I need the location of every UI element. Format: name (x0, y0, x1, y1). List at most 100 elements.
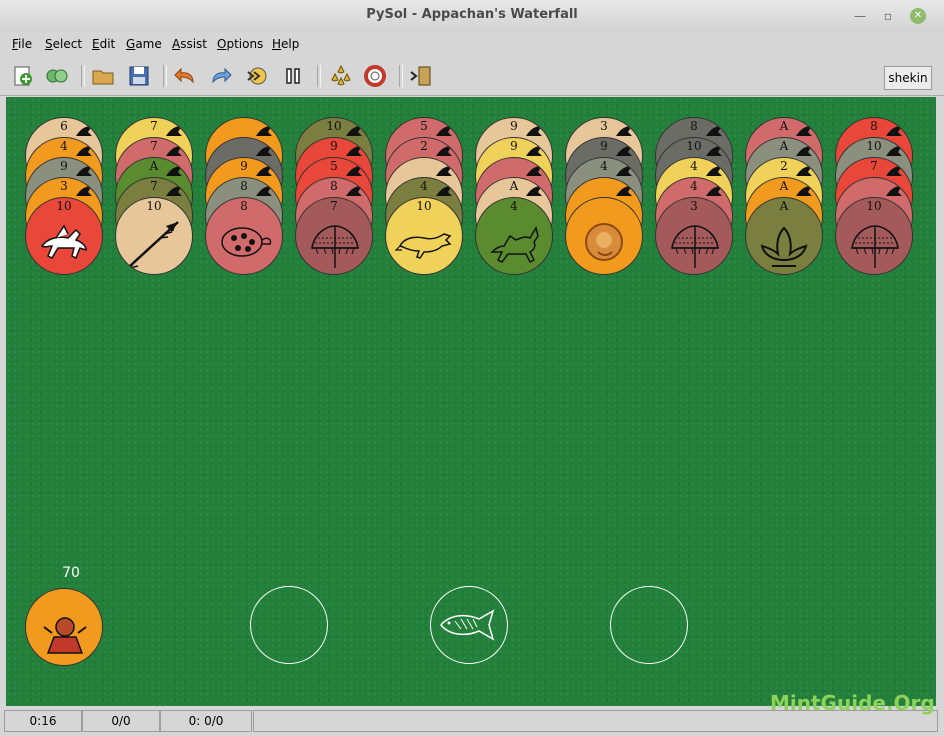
card-rank: 10 (416, 199, 432, 213)
bird-icon (76, 126, 92, 136)
tableau-card[interactable]: 3 (655, 197, 733, 275)
card-rank: 7 (330, 199, 338, 213)
rat-icon (436, 126, 452, 136)
pause-icon (286, 68, 300, 84)
bird-icon (76, 166, 92, 176)
stock-pile[interactable] (25, 588, 103, 666)
menu-game[interactable]: Game (126, 37, 162, 51)
card-rank: A (779, 199, 789, 213)
fox-icon (526, 146, 542, 156)
menu-edit[interactable]: Edit (92, 37, 115, 51)
deity-icon (256, 146, 272, 156)
umbrella-icon (886, 186, 902, 196)
bird-icon (76, 186, 92, 196)
menu-bar: File Select Edit Game Assist Options Help (0, 32, 944, 56)
foundation-3[interactable] (610, 586, 688, 664)
tableau-card[interactable]: 10 (115, 197, 193, 275)
player-name[interactable]: shekin (884, 66, 932, 90)
tableau-card[interactable] (565, 197, 643, 275)
winged-horse-icon (41, 224, 87, 260)
umbrella-icon (886, 126, 902, 136)
card-rank: 10 (56, 199, 72, 213)
undo-button[interactable] (173, 64, 197, 88)
menu-file[interactable]: File (12, 37, 32, 51)
stock-count: 70 (62, 565, 80, 581)
quit-button[interactable] (409, 64, 433, 88)
menu-assist[interactable]: Assist (172, 37, 207, 51)
maximize-icon[interactable]: ▫ (880, 8, 896, 24)
menu-help[interactable]: Help (272, 37, 299, 51)
restart-button[interactable] (45, 64, 69, 88)
turtle-icon (256, 186, 272, 196)
lotus-icon (760, 226, 808, 267)
deity-icon (43, 617, 87, 654)
arrow-icon (166, 166, 182, 176)
lion-icon (616, 126, 632, 136)
status-score: 0: 0/0 (160, 710, 252, 732)
open-icon (92, 70, 114, 85)
tableau-card[interactable]: 10 (25, 197, 103, 275)
toolbar-separator (399, 65, 403, 87)
umbrella-icon (346, 126, 362, 136)
close-icon[interactable]: ✕ (910, 8, 926, 24)
lotus-icon (796, 146, 812, 156)
rat-icon (436, 166, 452, 176)
lion-icon (616, 186, 632, 196)
turtle-icon (221, 227, 272, 257)
umbrella-icon (886, 166, 902, 176)
menu-options[interactable]: Options (217, 37, 263, 51)
arrow-icon (166, 126, 182, 136)
watermark: MintGuide.Org (770, 691, 935, 715)
undo-icon (174, 67, 194, 84)
card-rank: 3 (690, 199, 698, 213)
umbrella-icon (706, 186, 722, 196)
rules-button[interactable] (363, 64, 387, 88)
game-table: 70 6 4 9 3 10 7 7 A 7 10 9 8 8 10 9 5 8 7 5 2 4 10 9 9 A 4 3 9 4 8 10 4… (6, 97, 936, 706)
card-rank: 8 (240, 199, 248, 213)
umbrella-icon (851, 225, 899, 268)
new-game-button[interactable] (11, 64, 35, 88)
open-button[interactable] (91, 64, 115, 88)
umbrella-icon (346, 166, 362, 176)
fox-icon (490, 226, 539, 264)
save-button[interactable] (127, 64, 151, 88)
tableau-card[interactable]: 7 (295, 197, 373, 275)
redo-button[interactable] (209, 64, 233, 88)
umbrella-icon (346, 146, 362, 156)
tableau-card[interactable]: 10 (385, 197, 463, 275)
umbrella-icon (346, 186, 362, 196)
statistics-button[interactable] (329, 64, 353, 88)
fox-icon (526, 186, 542, 196)
statistics-icon (331, 64, 351, 86)
quit-icon (410, 66, 431, 86)
redo-icon (212, 67, 232, 84)
status-moves: 0/0 (82, 710, 160, 732)
save-icon (129, 66, 149, 86)
minimize-icon[interactable]: — (852, 8, 868, 24)
tableau-card[interactable]: 4 (475, 197, 553, 275)
rat-icon (394, 233, 452, 259)
pause-button[interactable] (281, 64, 305, 88)
autodrop-button[interactable] (245, 64, 269, 88)
lotus-icon (796, 186, 812, 196)
rat-icon (436, 146, 452, 156)
toolbar (0, 57, 944, 96)
window-title: PySol - Appachan's Waterfall (366, 7, 578, 22)
toolbar-separator (163, 65, 167, 87)
arrow-icon (166, 146, 182, 156)
lion-icon (616, 146, 632, 156)
autodrop-icon (247, 67, 267, 85)
tableau-card[interactable]: A (745, 197, 823, 275)
fish-icon (440, 609, 495, 641)
umbrella-icon (311, 225, 359, 268)
umbrella-icon (886, 146, 902, 156)
card-rank: 10 (866, 199, 882, 213)
restart-icon (46, 69, 68, 83)
menu-select[interactable]: Select (45, 37, 82, 51)
arrow-icon (166, 186, 182, 196)
foundation-1[interactable] (250, 586, 328, 664)
foundation-2[interactable] (430, 586, 508, 664)
tableau-card[interactable]: 8 (205, 197, 283, 275)
umbrella-icon (706, 166, 722, 176)
tableau-card[interactable]: 10 (835, 197, 913, 275)
